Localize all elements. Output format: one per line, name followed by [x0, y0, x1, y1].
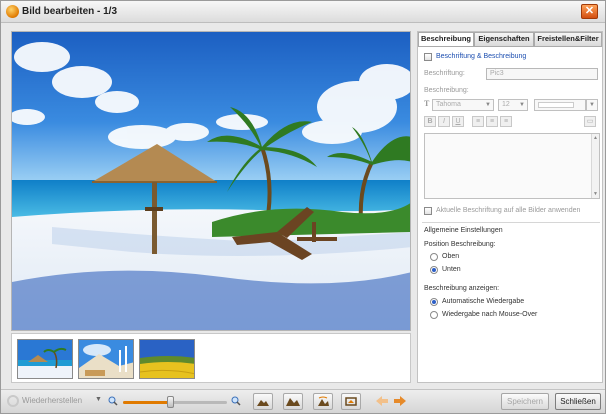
rotate-icon: [318, 396, 329, 406]
display-mouseover-label: Wiedergabe nach Mouse-Over: [442, 311, 538, 318]
thumbnail-1[interactable]: [17, 339, 73, 379]
zoom-slider-thumb[interactable]: [166, 396, 174, 408]
rotate-button[interactable]: [313, 393, 333, 410]
caption-input[interactable]: Pic3: [486, 68, 598, 80]
display-auto-radio[interactable]: [430, 298, 438, 306]
crop-button[interactable]: [341, 393, 361, 410]
reset-icon[interactable]: [7, 395, 19, 407]
zoom-slider-fill: [123, 401, 170, 404]
general-settings-heading: Allgemeine Einstellungen: [424, 227, 503, 234]
textarea-scrollbar[interactable]: ▲ ▼: [591, 134, 599, 198]
chevron-down-icon: ▼: [485, 102, 491, 108]
align-center-icon[interactable]: ≡: [486, 116, 498, 127]
title-bar: Bild bearbeiten - 1/3 ✕: [1, 1, 605, 23]
settings-panel: Beschreibung Eigenschaften Freistellen&F…: [417, 31, 603, 383]
align-left-icon[interactable]: ≡: [472, 116, 484, 127]
font-size-dropdown[interactable]: 12 ▼: [498, 99, 528, 111]
position-bottom-radio[interactable]: [430, 266, 438, 274]
position-top-radio[interactable]: [430, 253, 438, 261]
description-label: Beschreibung:: [424, 87, 469, 94]
thumbnail-3[interactable]: [139, 339, 195, 379]
zoom-slider[interactable]: [123, 401, 227, 404]
tab-eigenschaften[interactable]: Eigenschaften: [474, 32, 534, 46]
edit-image-dialog: Bild bearbeiten - 1/3 ✕ Beschreibung Eig…: [0, 0, 606, 414]
photo-preview: [11, 31, 411, 331]
font-family-dropdown[interactable]: Tahoma ▼: [432, 99, 494, 111]
window-title: Bild bearbeiten - 1/3: [22, 6, 118, 17]
font-color-dropdown[interactable]: [534, 99, 586, 111]
italic-button[interactable]: I: [438, 116, 450, 127]
apply-all-label: Aktuelle Beschriftung auf alle Bilder an…: [436, 207, 581, 214]
reset-dropdown-chevron-icon[interactable]: ▼: [95, 396, 102, 403]
color-fill-icon[interactable]: ▭: [584, 116, 596, 127]
landscape-large-icon: [286, 398, 300, 406]
position-label: Position Beschreibung:: [424, 241, 496, 248]
display-auto-label: Automatische Wiedergabe: [442, 298, 525, 305]
bold-button[interactable]: B: [424, 116, 436, 127]
tab-bar: Beschreibung Eigenschaften Freistellen&F…: [418, 32, 602, 47]
original-size-button[interactable]: [283, 393, 303, 410]
font-family-value: Tahoma: [436, 101, 461, 108]
close-button[interactable]: Schließen: [555, 393, 601, 410]
font-size-value: 12: [502, 101, 510, 108]
beach-photo: [12, 32, 410, 330]
scroll-down-icon[interactable]: ▼: [592, 191, 599, 197]
color-swatch: [538, 102, 574, 108]
font-color-picker-button[interactable]: ▼: [586, 99, 598, 111]
description-textarea[interactable]: ▲ ▼: [424, 133, 600, 199]
apply-all-checkbox[interactable]: [424, 207, 432, 215]
save-button[interactable]: Speichern: [501, 393, 549, 410]
landscape-icon: [257, 400, 269, 406]
thumbnail-strip: [11, 333, 411, 383]
tab-freistellen-filter[interactable]: Freistellen&Filter: [534, 32, 602, 46]
font-type-icon: T: [424, 99, 430, 108]
caption-description-checkbox-label: Beschriftung & Beschreibung: [436, 53, 527, 60]
caption-label: Beschriftung:: [424, 70, 465, 77]
crop-icon: [345, 397, 357, 406]
tab-beschreibung[interactable]: Beschreibung: [418, 32, 474, 47]
fit-image-button[interactable]: [253, 393, 273, 410]
caption-description-checkbox[interactable]: [424, 53, 432, 61]
divider: [422, 222, 600, 223]
app-logo-icon: [6, 5, 19, 18]
underline-button[interactable]: U: [452, 116, 464, 127]
position-top-label: Oben: [442, 253, 460, 260]
display-mouseover-radio[interactable]: [430, 311, 438, 319]
display-label: Beschreibung anzeigen:: [424, 285, 500, 292]
chevron-down-icon: ▼: [589, 102, 595, 108]
format-toolbar: B I U ≡ ≡ ≡ ▭: [424, 116, 600, 128]
close-window-button[interactable]: ✕: [581, 4, 598, 19]
tab-content-beschreibung: Beschriftung & Beschreibung Beschriftung…: [418, 46, 602, 382]
previous-image-arrow-icon[interactable]: [375, 395, 389, 407]
reset-button[interactable]: Wiederherstellen: [22, 396, 82, 405]
chevron-down-icon: ▼: [519, 102, 525, 108]
next-image-arrow-icon[interactable]: [393, 395, 407, 407]
zoom-in-icon[interactable]: [231, 396, 241, 406]
position-bottom-label: Unten: [442, 266, 461, 273]
zoom-out-icon[interactable]: [108, 396, 118, 406]
bottom-toolbar: Wiederherstellen ▼ Speichern Schließen: [1, 389, 605, 413]
align-right-icon[interactable]: ≡: [500, 116, 512, 127]
thumbnail-2[interactable]: [78, 339, 134, 379]
scroll-up-icon[interactable]: ▲: [592, 135, 599, 141]
